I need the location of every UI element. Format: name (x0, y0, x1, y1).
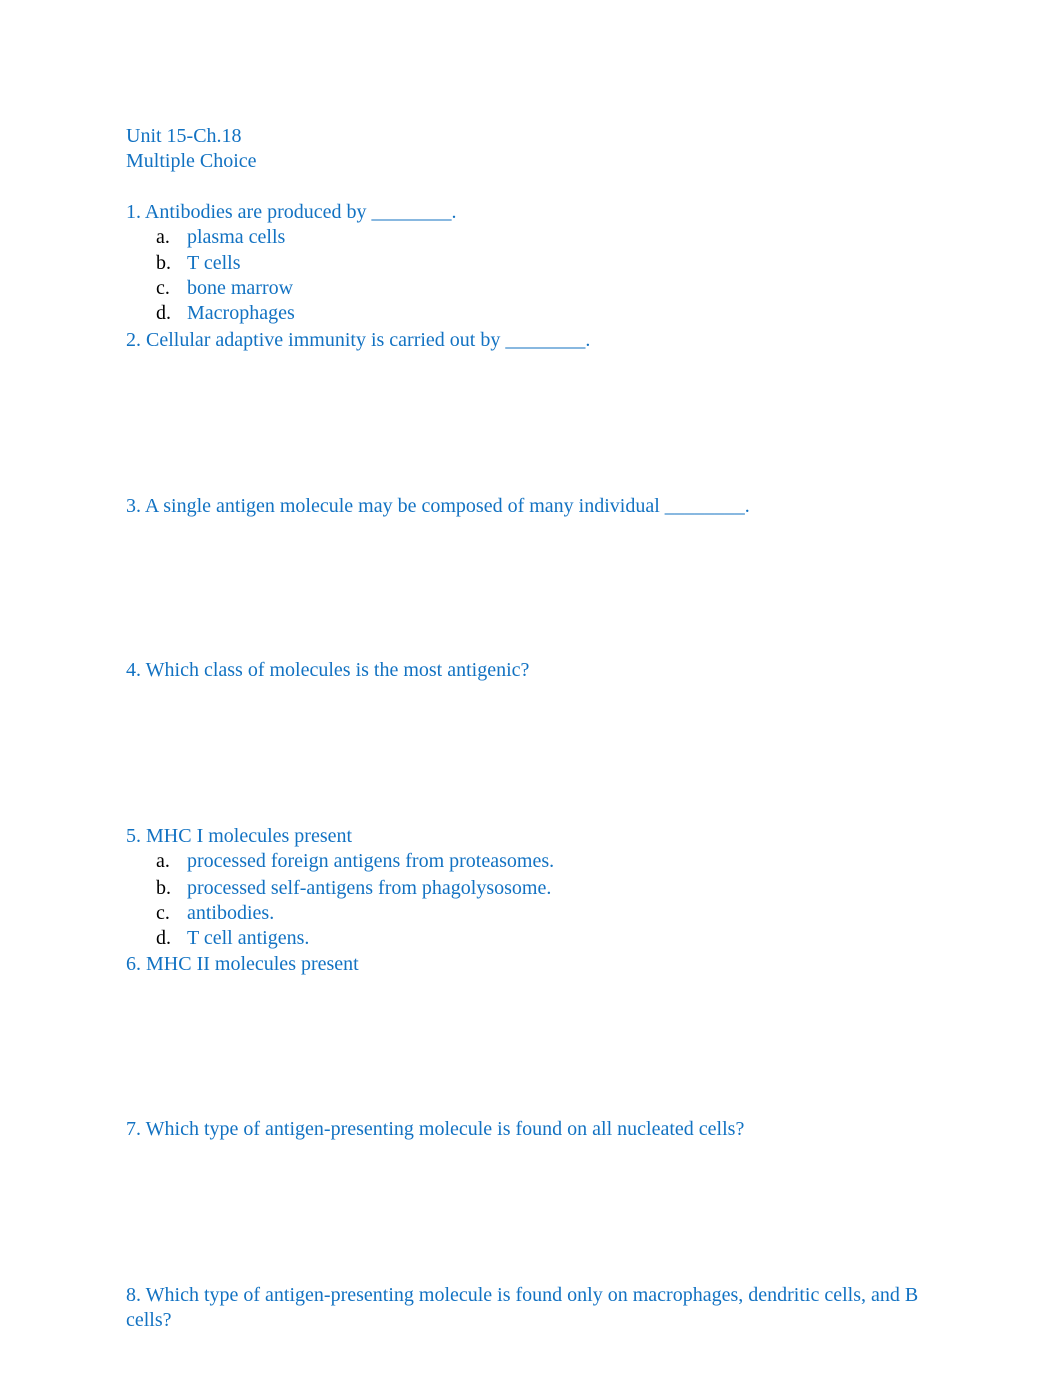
question-1-option-b: b. T cells (156, 251, 241, 276)
question-5-option-a: a. processed foreign antigens from protea… (156, 849, 554, 874)
unit-title: Unit 15-Ch.18 (126, 125, 242, 147)
option-text: antibodies. (187, 902, 275, 924)
question-5-option-d: d. T cell antigens. (156, 926, 309, 951)
section-title: Multiple Choice (126, 150, 257, 172)
question-1-option-c: c. bone marrow (156, 276, 293, 301)
option-letter: b. (156, 877, 171, 899)
question-6: 6. MHC II molecules present (126, 953, 359, 975)
option-text: plasma cells (187, 226, 286, 248)
option-text: bone marrow (187, 277, 294, 299)
option-letter: c. (156, 902, 170, 924)
option-text: T cells (187, 252, 241, 274)
option-letter: a. (156, 226, 170, 248)
question-5-option-c: c. antibodies. (156, 901, 274, 926)
option-text: Macrophages (187, 302, 295, 324)
option-text: processed foreign antigens from proteaso… (187, 850, 555, 872)
question-3: 3. A single antigen molecule may be comp… (126, 495, 750, 517)
question-1-option-d: d. Macrophages (156, 301, 295, 326)
option-letter: d. (156, 302, 171, 324)
document-page: Unit 15-Ch.18 Multiple Choice 1. Antibod… (0, 0, 1062, 1377)
question-1: 1. Antibodies are produced by ________. (126, 201, 457, 223)
question-2: 2. Cellular adaptive immunity is carried… (126, 329, 591, 351)
option-letter: d. (156, 927, 171, 949)
option-text: T cell antigens. (187, 927, 310, 949)
option-letter: b. (156, 252, 171, 274)
question-4: 4. Which class of molecules is the most … (126, 659, 530, 681)
option-letter: c. (156, 277, 170, 299)
question-1-option-a: a. plasma cells (156, 225, 285, 250)
question-7: 7. Which type of antigen-presenting mole… (126, 1118, 745, 1140)
question-5-option-b: b. processed self-antigens from phagolyso… (156, 876, 551, 901)
option-text: processed self-antigens from phagolysoso… (187, 877, 552, 899)
option-letter: a. (156, 850, 170, 872)
question-5: 5. MHC I molecules present (126, 825, 353, 847)
question-8: 8. Which type of antigen-presenting mole… (126, 1284, 919, 1331)
